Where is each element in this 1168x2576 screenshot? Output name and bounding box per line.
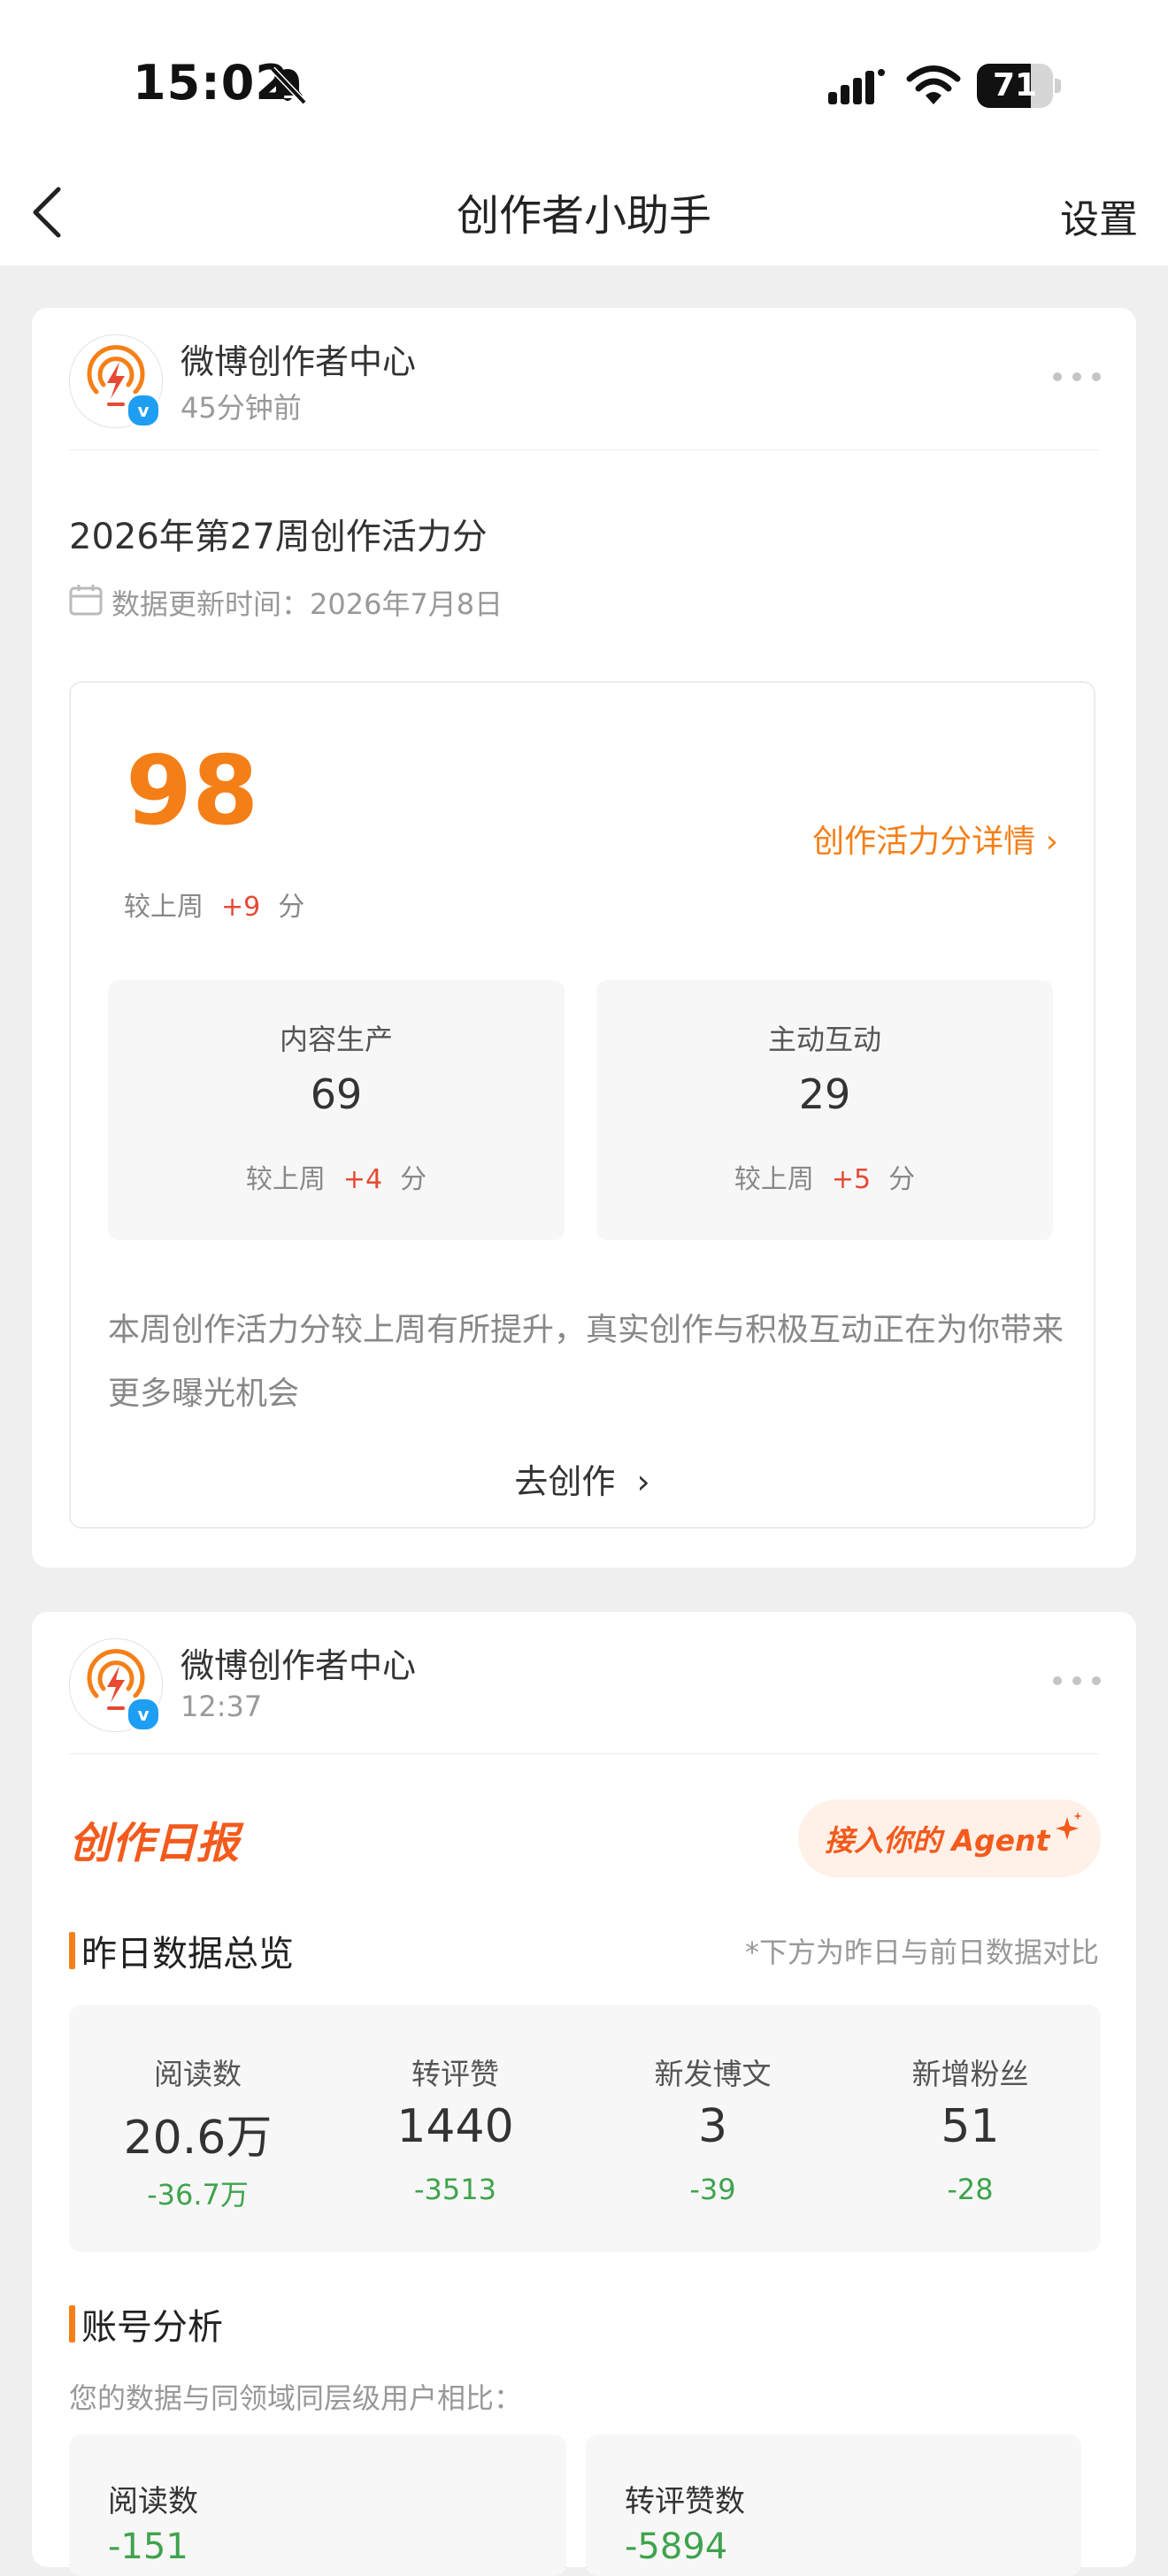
overview-note: *下方为昨日与前日数据对比 [744, 1936, 1099, 1969]
compare-delta: +4 [342, 1164, 383, 1195]
divider [69, 1753, 1099, 1754]
score-description: 本周创作活力分较上周有所提升，真实创作与积极互动正在为你带来更多曝光机会 [108, 1312, 1064, 1412]
post-time: 12:37 [181, 1690, 263, 1723]
sub-score-label: 内容生产 [279, 1023, 393, 1056]
active-interaction-box: 主动互动 29 较上周 +5 分 [596, 980, 1053, 1240]
go-create-button[interactable]: 去创作 › [71, 1454, 1094, 1503]
daily-report-post: v 微博创作者中心 12:37 创作日报 接入你的 Agent 昨日数据总览 *… [32, 1612, 1136, 2576]
page-title: 创作者小助手 [456, 191, 711, 241]
chevron-right-icon: › [1045, 824, 1058, 860]
connect-agent-button[interactable]: 接入你的 Agent [798, 1799, 1101, 1877]
metric-value: 51 [941, 2100, 1000, 2153]
sub-score-value: 69 [310, 1070, 363, 1118]
metric-delta: -28 [947, 2173, 994, 2206]
analysis-reads[interactable]: 阅读数 -151 [69, 2434, 566, 2576]
compare-unit: 分 [278, 892, 305, 923]
analysis-subtitle: 您的数据与同领域同层级用户相比： [69, 2381, 523, 2415]
metric-new-followers[interactable]: 新增粉丝 51 -28 [841, 2005, 1099, 2252]
score-detail-label: 创作活力分详情 [812, 824, 1036, 860]
connect-agent-label: 接入你的 Agent [825, 1823, 1050, 1858]
wifi-icon [906, 65, 961, 104]
compare-delta: +9 [221, 892, 261, 923]
metric-reads[interactable]: 阅读数 20.6万 -36.7万 [69, 2005, 327, 2252]
score-panel: 98 创作活力分详情 › 较上周 +9 分 内容生产 69 较上周 +4 分 主动互动 … [69, 681, 1095, 1529]
verified-badge-icon: v [126, 1697, 161, 1732]
compare-label: 较上周 [124, 892, 204, 923]
verified-badge-icon: v [126, 393, 161, 428]
vitality-score: 98 [126, 736, 259, 847]
analysis-label: 转评赞数 [625, 2484, 745, 2519]
battery-icon: 71 [977, 64, 1062, 108]
vitality-score-post: v 微博创作者中心 45分钟前 2026年第27周创作活力分 数据更新时间：20… [32, 308, 1136, 1568]
metric-delta: -39 [689, 2173, 736, 2206]
go-create-label: 去创作 [514, 1462, 616, 1501]
sparkle-icon [1056, 1812, 1082, 1840]
metric-value: 20.6万 [123, 2112, 273, 2165]
analysis-title: 账号分析 [81, 2307, 223, 2348]
settings-button[interactable]: 设置 [1060, 188, 1138, 244]
content-production-box: 内容生产 69 较上周 +4 分 [108, 980, 565, 1240]
sub-score-value: 29 [798, 1070, 851, 1118]
post-time: 45分钟前 [181, 391, 302, 425]
analysis-engagement[interactable]: 转评赞数 -5894 [586, 2434, 1081, 2576]
calendar-icon [69, 585, 103, 616]
metric-label: 转评赞 [411, 2057, 499, 2091]
more-options-icon[interactable] [1051, 1674, 1103, 1688]
analysis-value: -151 [108, 2526, 188, 2567]
cellular-signal-icon [828, 69, 885, 104]
compare-unit: 分 [888, 1164, 916, 1195]
sub-score-comparison: 较上周 +4 分 [108, 1157, 565, 1196]
metric-new-posts[interactable]: 新发博文 3 -39 [584, 2005, 841, 2252]
chevron-right-icon: › [636, 1462, 650, 1501]
divider [69, 449, 1099, 450]
metric-engagement[interactable]: 转评赞 1440 -3513 [327, 2005, 584, 2252]
account-name[interactable]: 微博创作者中心 [181, 1638, 416, 1687]
compare-unit: 分 [400, 1164, 427, 1195]
score-comparison: 较上周 +9 分 [124, 885, 304, 924]
compare-label: 较上周 [734, 1164, 814, 1195]
sub-score-label: 主动互动 [767, 1023, 881, 1056]
analysis-label: 阅读数 [108, 2484, 198, 2519]
week-score-title: 2026年第27周创作活力分 [69, 517, 488, 557]
status-bar: 15:02 71 [0, 0, 1168, 159]
metric-value: 1440 [396, 2100, 514, 2153]
compare-label: 较上周 [245, 1164, 326, 1195]
battery-percent: 71 [992, 67, 1038, 104]
more-options-icon[interactable] [1051, 370, 1103, 384]
nav-bar: 创作者小助手 设置 [0, 159, 1168, 265]
analysis-value: -5894 [625, 2526, 728, 2567]
daily-report-title: 创作日报 [69, 1819, 240, 1868]
metric-delta: -36.7万 [147, 2178, 249, 2212]
section-marker [69, 1932, 75, 1969]
account-name[interactable]: 微博创作者中心 [181, 334, 416, 383]
sub-score-comparison: 较上周 +5 分 [596, 1157, 1053, 1196]
metric-delta: -3513 [414, 2173, 496, 2206]
metric-label: 阅读数 [154, 2057, 242, 2091]
score-detail-link[interactable]: 创作活力分详情 › [812, 816, 1058, 862]
compare-delta: +5 [831, 1164, 872, 1195]
yesterday-metrics: 阅读数 20.6万 -36.7万 转评赞 1440 -3513 新发博文 3 -… [69, 2005, 1101, 2252]
metric-value: 3 [697, 2100, 728, 2153]
bell-off-icon [270, 66, 307, 105]
section-marker [69, 2305, 75, 2342]
metric-label: 新发博文 [654, 2057, 772, 2091]
overview-title: 昨日数据总览 [81, 1934, 294, 1974]
metric-label: 新增粉丝 [911, 2057, 1029, 2091]
update-time: 数据更新时间：2026年7月8日 [111, 587, 503, 621]
